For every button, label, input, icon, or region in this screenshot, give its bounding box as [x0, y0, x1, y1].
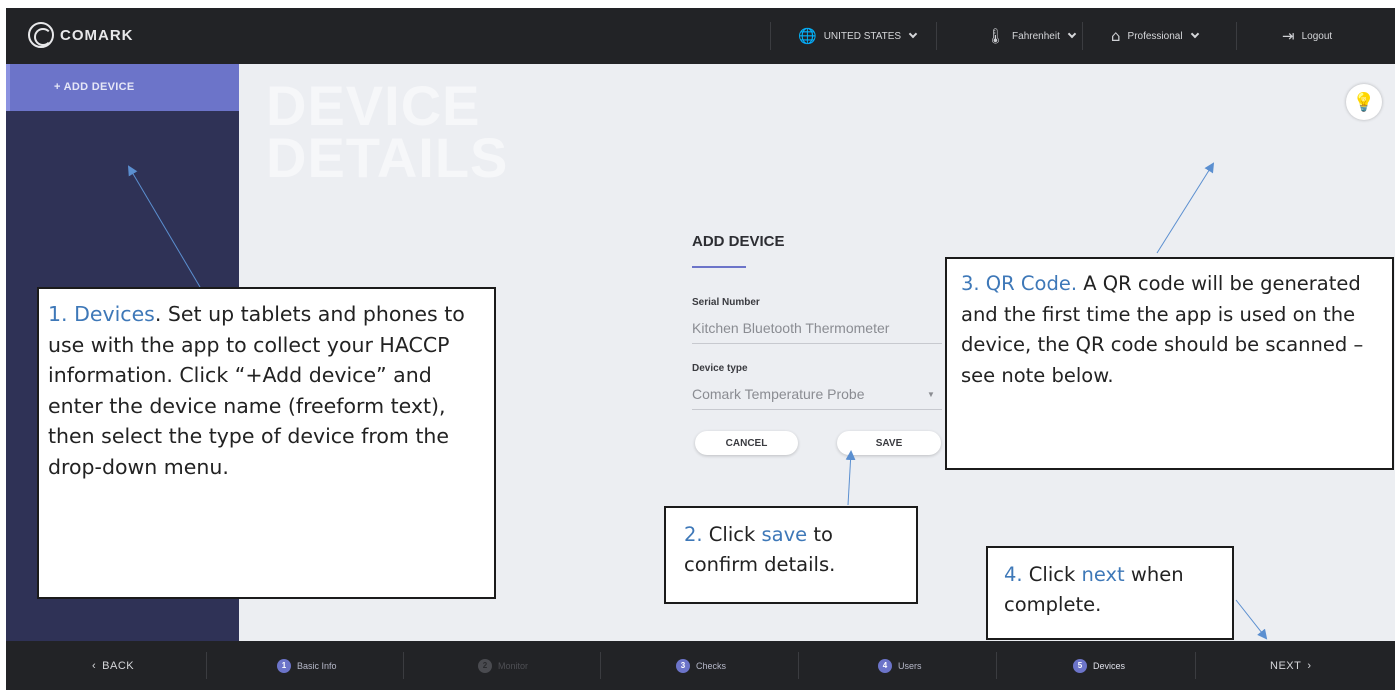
- step-basic-info[interactable]: 1 Basic Info: [277, 641, 337, 690]
- callout-next: 4. Click next when complete.: [986, 546, 1234, 640]
- step-number-badge: 2: [478, 658, 492, 673]
- callout-save: 2. Click save to confirm details.: [664, 506, 918, 604]
- globe-icon: 🌐: [798, 27, 817, 45]
- callout-link-next: next: [1081, 563, 1125, 586]
- step-monitor: 2 Monitor: [478, 641, 528, 690]
- chevron-down-icon: [1190, 29, 1199, 39]
- callout-heading: 2.: [684, 523, 703, 546]
- logout-button[interactable]: ⇥ Logout: [1282, 8, 1332, 64]
- logout-label: Logout: [1301, 30, 1333, 42]
- page-title-line: DEVICE: [266, 74, 481, 137]
- page-title-line: DETAILS: [266, 126, 509, 189]
- step-number-badge: 1: [277, 658, 291, 673]
- divider: [1236, 22, 1237, 50]
- device-type-label: Device type: [692, 363, 748, 374]
- callout-text: . Set up tablets and phones to use with …: [48, 302, 465, 479]
- plan-selector[interactable]: ⌂ Professional: [1111, 8, 1199, 64]
- next-label: NEXT: [1270, 659, 1302, 672]
- page-title-watermark: DEVICE DETAILS: [266, 74, 509, 189]
- divider: [1195, 652, 1196, 679]
- chevron-down-icon: [908, 29, 918, 39]
- form-title: ADD DEVICE: [692, 233, 785, 250]
- step-devices[interactable]: 5 Devices: [1073, 641, 1125, 690]
- chevron-left-icon: ‹: [92, 659, 97, 672]
- top-bar: COMARK 🌐 UNITED STATES 🌡 Fahrenheit ⌂ Pr…: [6, 8, 1395, 64]
- sidebar-add-device-button[interactable]: + ADD DEVICE: [6, 64, 239, 111]
- callout-heading: 1. Devices: [48, 302, 155, 326]
- comark-logo[interactable]: COMARK: [28, 22, 134, 48]
- step-number-badge: 4: [878, 658, 892, 673]
- callout-text: Click: [1022, 563, 1082, 586]
- callout-heading: 3. QR Code.: [961, 272, 1078, 295]
- country-selector[interactable]: 🌐 UNITED STATES: [798, 8, 918, 64]
- step-number-badge: 3: [676, 658, 690, 673]
- divider: [1082, 22, 1083, 50]
- divider: [770, 22, 771, 50]
- step-checks[interactable]: 3 Checks: [676, 641, 726, 690]
- callout-qr-code: 3. QR Code. A QR code will be generated …: [945, 257, 1394, 470]
- device-type-select[interactable]: Comark Temperature Probe: [692, 386, 864, 402]
- divider: [403, 652, 404, 679]
- device-type-underline: [692, 409, 942, 410]
- step-label: Checks: [696, 660, 727, 671]
- divider: [996, 652, 997, 679]
- lightbulb-icon[interactable]: 💡: [1346, 84, 1382, 120]
- serial-number-label: Serial Number: [692, 297, 760, 308]
- next-button[interactable]: NEXT ›: [1270, 641, 1312, 690]
- thermometer-icon: 🌡: [986, 27, 1006, 45]
- serial-number-input[interactable]: Kitchen Bluetooth Thermometer: [692, 320, 889, 336]
- divider: [798, 652, 799, 679]
- dropdown-arrow-icon: ▼: [927, 390, 935, 399]
- callout-devices: 1. Devices. Set up tablets and phones to…: [37, 287, 496, 599]
- divider: [600, 652, 601, 679]
- divider: [206, 652, 207, 679]
- logout-icon: ⇥: [1282, 27, 1295, 45]
- country-label: UNITED STATES: [823, 30, 902, 42]
- serial-number-underline: [692, 343, 942, 344]
- back-button[interactable]: ‹ BACK: [92, 641, 134, 690]
- chevron-right-icon: ›: [1307, 659, 1312, 672]
- back-label: BACK: [102, 659, 135, 672]
- callout-text: Click: [702, 523, 762, 546]
- divider: [936, 22, 937, 50]
- step-label: Monitor: [498, 660, 529, 671]
- unit-selector[interactable]: 🌡 Fahrenheit: [986, 8, 1077, 64]
- step-label: Devices: [1093, 660, 1126, 671]
- step-label: Users: [898, 660, 922, 671]
- store-icon: ⌂: [1111, 27, 1121, 45]
- chevron-down-icon: [1067, 29, 1077, 39]
- form-title-underline: [692, 266, 746, 268]
- plan-label: Professional: [1127, 30, 1183, 42]
- save-button[interactable]: SAVE: [837, 431, 941, 455]
- step-label: Basic Info: [297, 660, 337, 671]
- callout-link-save: save: [761, 523, 808, 546]
- callout-heading: 4.: [1004, 563, 1023, 586]
- step-users[interactable]: 4 Users: [878, 641, 922, 690]
- step-number-badge: 5: [1073, 658, 1087, 673]
- cancel-button[interactable]: CANCEL: [695, 431, 798, 455]
- unit-label: Fahrenheit: [1012, 30, 1060, 42]
- comark-logo-icon: [28, 22, 54, 48]
- brand-name: COMARK: [60, 26, 134, 44]
- bottom-nav-bar: ‹ BACK 1 Basic Info 2 Monitor 3 Checks 4…: [6, 641, 1395, 690]
